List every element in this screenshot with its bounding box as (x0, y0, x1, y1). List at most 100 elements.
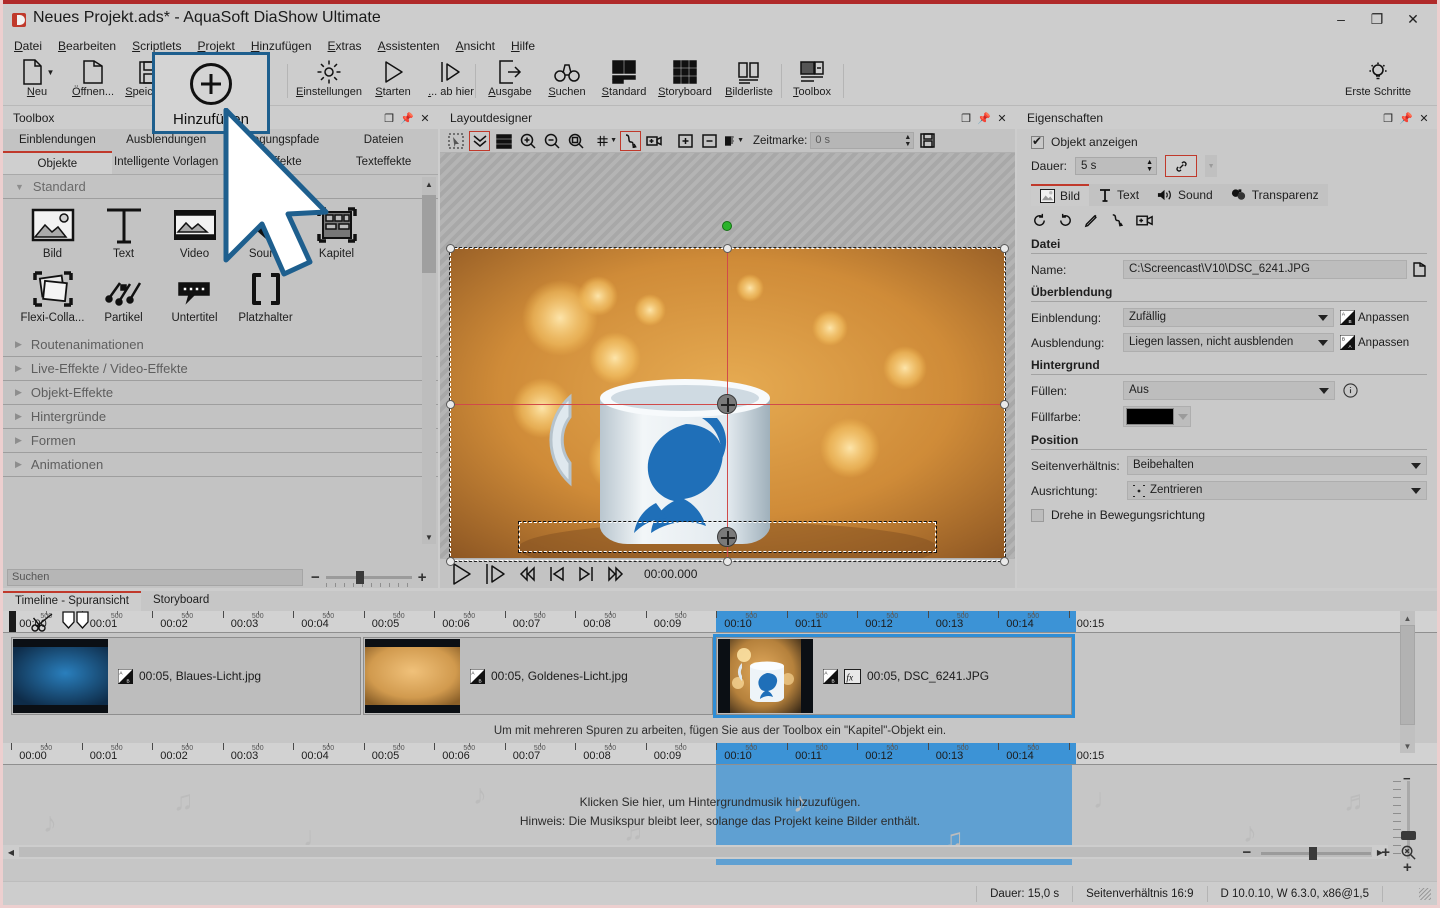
timeline-playhead[interactable] (9, 611, 16, 633)
layoutdesigner-tool-remove-keyframe[interactable] (699, 131, 720, 151)
slider-knob[interactable] (356, 571, 364, 584)
hinzufuegen-callout-button[interactable]: Hinzufügen (152, 52, 270, 134)
timeline-tab-storyboard[interactable]: Storyboard (141, 591, 221, 611)
scroll-left-icon[interactable]: ◀ (3, 848, 19, 857)
einblendung-select[interactable]: Zufällig (1123, 308, 1334, 327)
toolbox-tab-bildeffekte[interactable]: Bildeffekte (221, 151, 330, 174)
toolbox-close-icon[interactable]: ✕ (416, 109, 434, 127)
duration-input[interactable]: 5 s ▲▼ (1075, 157, 1157, 175)
timeline-hzoom-slider[interactable] (1261, 846, 1371, 860)
link-duration-button[interactable] (1165, 155, 1197, 177)
toolbox-tab-texteffekte[interactable]: Texteffekte (329, 151, 438, 174)
playback-prev-frame-button[interactable] (547, 564, 567, 584)
timeline-hzoom-out-button[interactable]: − (1242, 844, 1251, 861)
scroll-down-icon[interactable]: ▼ (422, 530, 436, 544)
menu-item-assistenten[interactable]: Assistenten (378, 37, 449, 55)
spinner-arrows-icon[interactable]: ▲▼ (1146, 159, 1153, 173)
toolbox-item-kapitel[interactable]: Kapitel (301, 205, 372, 269)
toolbar-first-steps[interactable]: Erste Schritte (1348, 56, 1408, 106)
minimize-button[interactable]: – (1323, 7, 1359, 31)
playback-play-from-here-button[interactable] (483, 561, 509, 587)
toolbox-item-flexicolla[interactable]: Flexi-Colla... (17, 269, 88, 333)
timeline-track-images[interactable]: AB00:05, Blaues-Licht.jpgAB00:05, Golden… (3, 633, 1437, 719)
resize-handle-tr[interactable] (1000, 244, 1009, 253)
layoutdesigner-close-icon[interactable]: ✕ (993, 109, 1011, 127)
maximize-button[interactable]: ❐ (1359, 7, 1395, 31)
toolbar-button-standard[interactable]: Standard (595, 56, 653, 106)
toolbox-tab-dateien[interactable]: Dateien (329, 129, 438, 151)
zoom-reset-icon[interactable] (1400, 844, 1417, 861)
layoutdesigner-tool-zoom-in[interactable] (517, 131, 538, 151)
layoutdesigner-tool-ruler[interactable]: ▼ (723, 131, 744, 151)
layoutdesigner-tool-zoom-fit[interactable] (565, 131, 586, 151)
show-object-checkbox[interactable] (1031, 136, 1044, 149)
timeline-zoom-in-button[interactable]: + (1403, 859, 1412, 876)
layoutdesigner-tool-add-keyframe[interactable] (675, 131, 696, 151)
timeline-clip[interactable]: AB00:05, Blaues-Licht.jpg (11, 637, 361, 715)
toolbar-button-bilderliste[interactable]: Bilderliste (717, 56, 781, 106)
properties-close-icon[interactable]: ✕ (1415, 109, 1433, 127)
toolbox-search-input[interactable]: Suchen (7, 569, 303, 586)
properties-tab-text[interactable]: Text (1089, 184, 1148, 206)
layoutdesigner-tool-motion-path[interactable] (620, 131, 641, 151)
menu-item-hilfe[interactable]: Hilfe (511, 37, 544, 55)
motion-path-icon[interactable] (1109, 212, 1126, 229)
fuellfarbe-picker[interactable] (1123, 406, 1191, 427)
resize-grip-icon[interactable] (1419, 888, 1431, 900)
toolbox-item-text[interactable]: Text (88, 205, 159, 269)
toolbar-button-ffnen[interactable]: Öffnen... (65, 56, 121, 106)
resize-handle-ml[interactable] (446, 400, 455, 409)
music-placeholder-text[interactable]: Klicken Sie hier, um Hintergrundmusik hi… (3, 793, 1437, 831)
pen-icon[interactable] (1083, 212, 1100, 229)
toolbar-button-abhier[interactable]: ... ab hier (421, 56, 481, 106)
layoutdesigner-pin-icon[interactable]: 📌 (975, 109, 993, 127)
timeline-ruler-music[interactable]: 00:0050000:0150000:0250000:0350000:04500… (3, 743, 1437, 765)
ausrichtung-select[interactable]: Zentrieren (1127, 481, 1427, 500)
toolbar-button-einstellungen[interactable]: Einstellungen (293, 56, 365, 106)
fuellfarbe-swatch[interactable] (1126, 408, 1174, 425)
toolbox-group-liveeffektevideoeffekte[interactable]: ▶Live-Effekte / Video-Effekte (3, 357, 438, 381)
resize-handle-br[interactable] (1000, 557, 1009, 566)
scrollbar-thumb[interactable] (422, 195, 436, 273)
resize-handle-mr[interactable] (1000, 400, 1009, 409)
spinner-arrows-icon[interactable]: ▲▼ (904, 134, 911, 148)
toolbar-button-neu[interactable]: ▼Neu (9, 56, 65, 106)
playback-forward-button[interactable] (605, 564, 625, 584)
rotate-left-icon[interactable] (1031, 212, 1048, 229)
toolbox-pin-icon[interactable]: 📌 (398, 109, 416, 127)
toolbox-group-routenanimationen[interactable]: ▶Routenanimationen (3, 333, 438, 357)
info-circle-icon[interactable] (1343, 383, 1358, 398)
layoutdesigner-canvas[interactable] (440, 153, 1015, 573)
scroll-up-icon[interactable]: ▲ (1400, 611, 1415, 625)
scissors-icon[interactable] (31, 612, 57, 632)
timeline-vertical-scrollbar[interactable]: ▲ ▼ (1400, 611, 1415, 753)
text-object-pivot-handle[interactable] (717, 527, 737, 547)
scrollbar-thumb[interactable] (19, 847, 1372, 857)
seitenverhaeltnis-select[interactable]: Beibehalten (1127, 456, 1427, 475)
properties-restore-icon[interactable]: ❐ (1379, 109, 1397, 127)
show-object-row[interactable]: Objekt anzeigen (1031, 135, 1427, 149)
toolbox-group-formen[interactable]: ▶Formen (3, 429, 438, 453)
resize-handle-tc[interactable] (723, 244, 732, 253)
toolbox-item-bild[interactable]: Bild (17, 205, 88, 269)
toolbox-item-sound[interactable]: Sound (230, 205, 301, 269)
layoutdesigner-tool-select-rect[interactable] (445, 131, 466, 151)
timeline-tab-timelinespuransicht[interactable]: Timeline - Spuransicht (3, 591, 141, 611)
link-dropdown-arrow-icon[interactable]: ▼ (1205, 155, 1217, 177)
timeline-range-markers[interactable] (61, 611, 91, 633)
toolbar-button-suchen[interactable]: Suchen (539, 56, 595, 106)
menu-item-ansicht[interactable]: Ansicht (456, 37, 504, 55)
toolbox-item-partikel[interactable]: Partikel (88, 269, 159, 333)
toolbar-button-storyboard[interactable]: Storyboard (653, 56, 717, 106)
zeitmarke-save-button[interactable] (917, 131, 938, 151)
file-name-input[interactable]: C:\Screencast\V10\DSC_6241.JPG (1123, 260, 1407, 279)
toolbox-tab-objekte[interactable]: Objekte (3, 151, 112, 174)
layoutdesigner-tool-zoom-out[interactable] (541, 131, 562, 151)
timeline-clip[interactable]: AB00:05, Goldenes-Licht.jpg (363, 637, 713, 715)
properties-tab-transparenz[interactable]: Transparenz (1222, 184, 1328, 206)
menu-item-extras[interactable]: Extras (328, 37, 371, 55)
toolbox-group-hintergrnde[interactable]: ▶Hintergründe (3, 405, 438, 429)
rotate-right-icon[interactable] (1057, 212, 1074, 229)
scrollbar-thumb[interactable] (1400, 625, 1415, 725)
toolbox-zoom-out-button[interactable]: − (311, 569, 320, 586)
